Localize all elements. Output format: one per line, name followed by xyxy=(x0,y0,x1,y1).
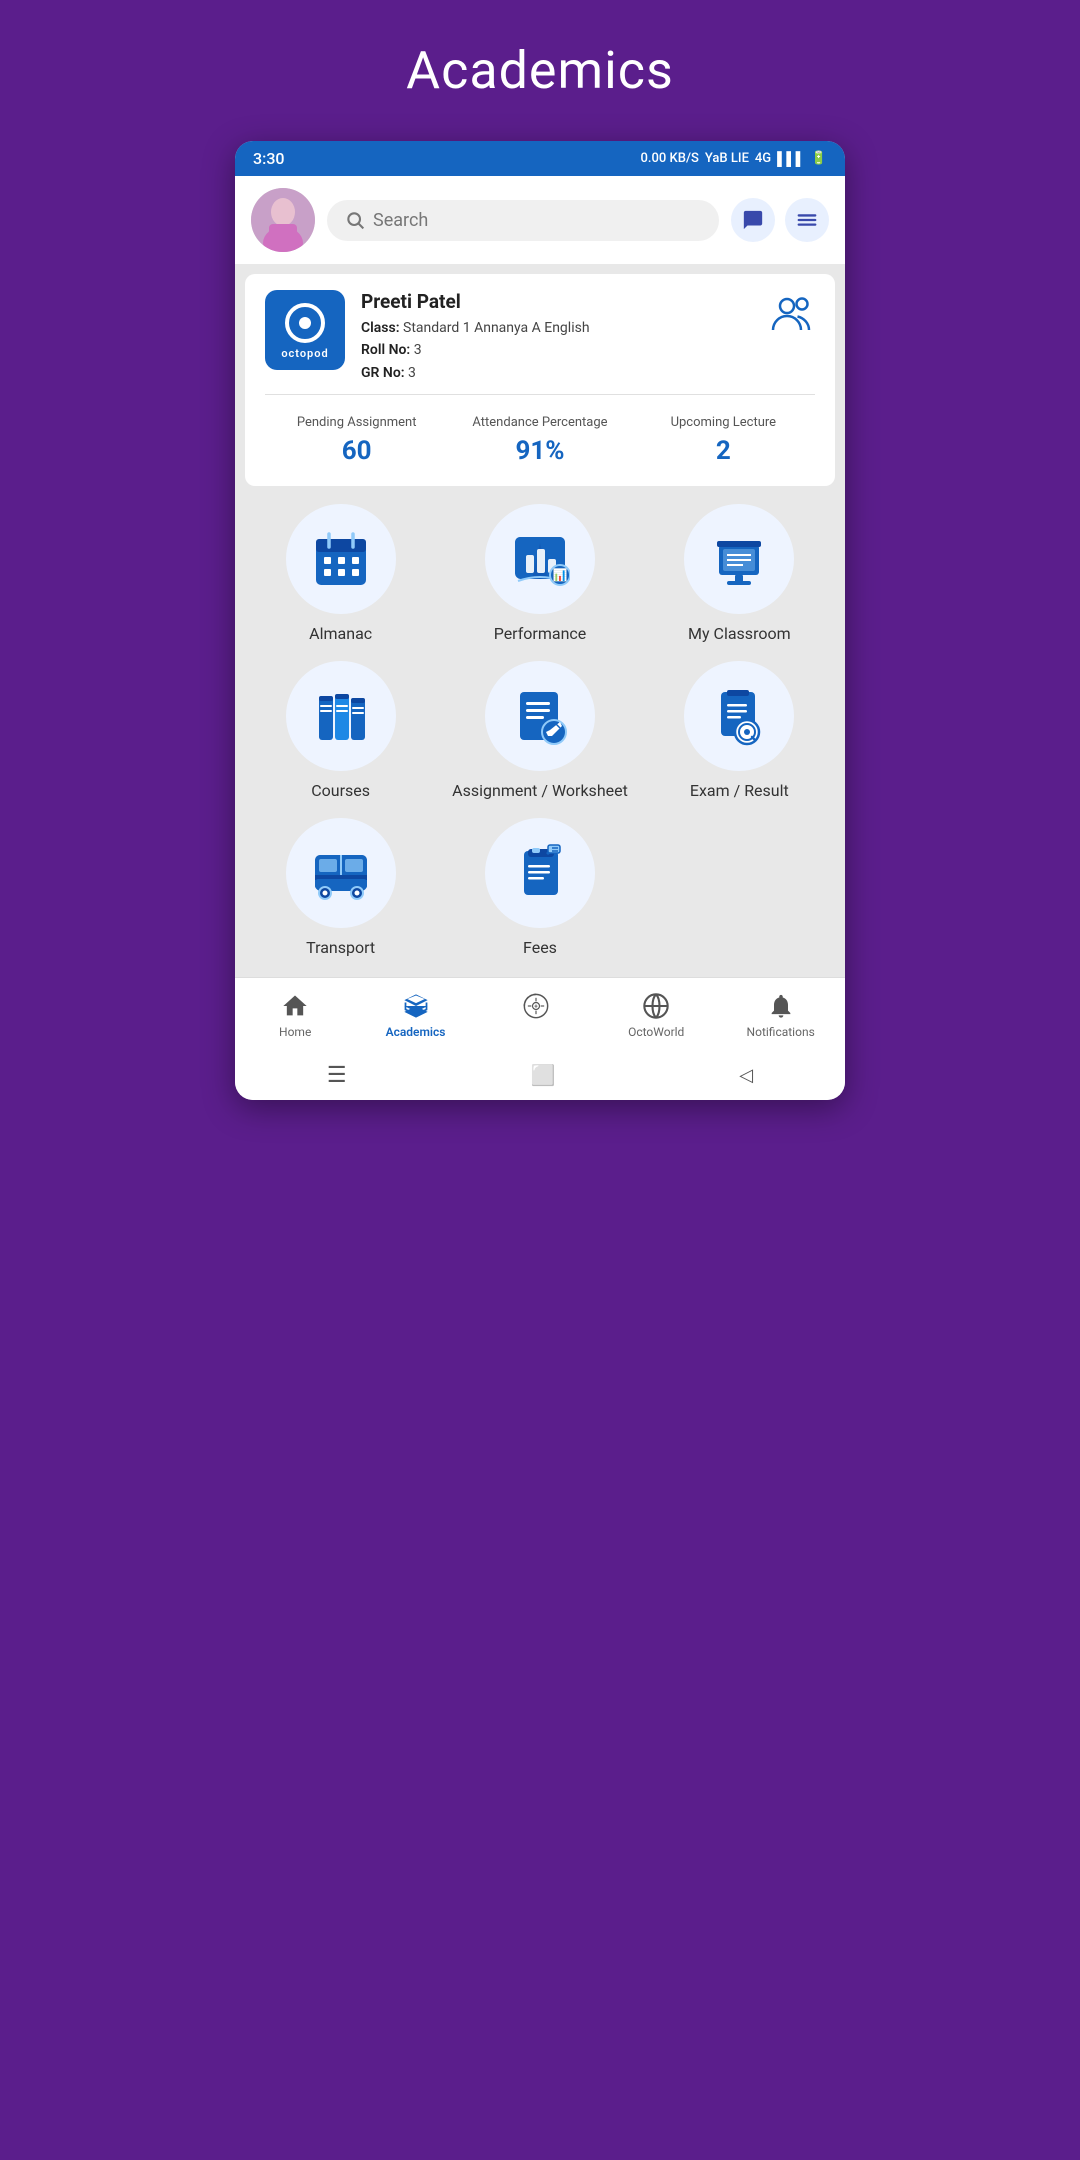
group-icon xyxy=(771,294,815,332)
top-icons xyxy=(731,198,829,242)
academics-icon xyxy=(402,992,430,1020)
octopod-icon xyxy=(283,301,327,345)
nav-notifications[interactable]: Notifications xyxy=(747,992,815,1039)
assignment-label: Assignment / Worksheet xyxy=(452,781,628,802)
top-bar: Search xyxy=(235,176,845,264)
profile-left: octopod Preeti Patel Class: Standard 1 A… xyxy=(265,290,590,384)
menu-item-my-classroom[interactable]: My Classroom xyxy=(648,504,831,645)
status-data: YaB LIE xyxy=(705,151,749,166)
almanac-icon-circle xyxy=(286,504,396,614)
hamburger-icon xyxy=(796,209,818,231)
gesture-home[interactable]: ⬜ xyxy=(530,1063,555,1087)
menu-item-almanac[interactable]: Almanac xyxy=(249,504,432,645)
fees-icon xyxy=(510,843,570,903)
phone-frame: 3:30 0.00 KB/S YaB LIE 4G ▌▌▌ 🔋 Search xyxy=(235,141,845,1100)
nav-academics-label: Academics xyxy=(386,1025,446,1039)
menu-item-performance[interactable]: 📊 Performance xyxy=(448,504,631,645)
notifications-icon xyxy=(767,992,795,1020)
profile-name: Preeti Patel xyxy=(361,290,590,313)
status-bar: 3:30 0.00 KB/S YaB LIE 4G ▌▌▌ 🔋 xyxy=(235,141,845,176)
stat-label-attendance: Attendance Percentage xyxy=(448,415,631,430)
transport-icon-circle xyxy=(286,818,396,928)
octoworld-plus-icon: + xyxy=(522,992,550,1020)
nav-octoworld-plus[interactable]: + xyxy=(506,992,566,1039)
courses-icon xyxy=(311,686,371,746)
status-signal: ▌▌▌ xyxy=(777,151,805,167)
stats-divider xyxy=(265,394,815,395)
status-network: 4G xyxy=(755,151,771,166)
exam-icon xyxy=(709,686,769,746)
my-classroom-icon-circle xyxy=(684,504,794,614)
search-icon xyxy=(345,210,365,230)
chat-icon xyxy=(742,209,764,231)
menu-item-transport[interactable]: Transport xyxy=(249,818,432,959)
nav-notifications-label: Notifications xyxy=(747,1025,815,1039)
chat-button[interactable] xyxy=(731,198,775,242)
octoworld-icon xyxy=(642,992,670,1020)
avatar[interactable] xyxy=(251,188,315,252)
status-time: 3:30 xyxy=(253,149,285,168)
fees-label: Fees xyxy=(523,938,557,959)
profile-group-icon[interactable] xyxy=(771,294,815,340)
page-title: Academics xyxy=(406,40,674,101)
gesture-back[interactable]: ◁ xyxy=(739,1065,753,1086)
stat-value-lecture: 2 xyxy=(632,436,815,466)
menu-item-assignment[interactable]: Assignment / Worksheet xyxy=(448,661,631,802)
performance-icon-circle: 📊 xyxy=(485,504,595,614)
fees-icon-circle xyxy=(485,818,595,928)
courses-label: Courses xyxy=(311,781,370,802)
transport-label: Transport xyxy=(306,938,375,959)
gesture-menu[interactable]: ☰ xyxy=(327,1063,347,1088)
bottom-nav: Home Academics + xyxy=(235,977,845,1049)
profile-roll: Roll No: 3 xyxy=(361,339,590,361)
svg-text:📊: 📊 xyxy=(553,568,568,582)
status-right: 0.00 KB/S YaB LIE 4G ▌▌▌ 🔋 xyxy=(641,151,827,167)
courses-icon-circle xyxy=(286,661,396,771)
menu-button[interactable] xyxy=(785,198,829,242)
assignment-icon-circle xyxy=(485,661,595,771)
menu-item-fees[interactable]: Fees xyxy=(448,818,631,959)
status-speed: 0.00 KB/S xyxy=(641,151,699,166)
profile-class: Class: Standard 1 Annanya A English xyxy=(361,317,590,339)
transport-icon xyxy=(309,841,373,905)
home-icon xyxy=(281,992,309,1020)
almanac-label: Almanac xyxy=(309,624,372,645)
nav-octoworld[interactable]: OctoWorld xyxy=(626,992,686,1039)
menu-grid: Almanac 📊 Performance xyxy=(235,486,845,976)
stat-pending-assignment: Pending Assignment 60 xyxy=(265,415,448,466)
octopod-logo: octopod xyxy=(265,290,345,370)
logo-text: octopod xyxy=(281,347,328,360)
assignment-icon xyxy=(510,686,570,746)
profile-card: octopod Preeti Patel Class: Standard 1 A… xyxy=(245,274,835,486)
stat-label-pending: Pending Assignment xyxy=(265,415,448,430)
gesture-bar: ☰ ⬜ ◁ xyxy=(235,1049,845,1100)
status-battery: 🔋 xyxy=(811,151,827,166)
stat-lecture: Upcoming Lecture 2 xyxy=(632,415,815,466)
stat-value-pending: 60 xyxy=(265,436,448,466)
performance-icon: 📊 xyxy=(510,529,570,589)
stat-value-attendance: 91% xyxy=(448,436,631,466)
stat-label-lecture: Upcoming Lecture xyxy=(632,415,815,430)
profile-gr: GR No: 3 xyxy=(361,362,590,384)
almanac-icon xyxy=(311,529,371,589)
stats-row: Pending Assignment 60 Attendance Percent… xyxy=(265,415,815,466)
nav-academics[interactable]: Academics xyxy=(386,992,446,1039)
svg-text:+: + xyxy=(534,1002,538,1010)
nav-octoworld-label: OctoWorld xyxy=(628,1025,684,1039)
performance-label: Performance xyxy=(494,624,587,645)
menu-item-courses[interactable]: Courses xyxy=(249,661,432,802)
profile-info: octopod Preeti Patel Class: Standard 1 A… xyxy=(265,290,815,384)
search-bar[interactable]: Search xyxy=(327,200,719,241)
nav-home-label: Home xyxy=(279,1025,311,1039)
nav-home[interactable]: Home xyxy=(265,992,325,1039)
stat-attendance: Attendance Percentage 91% xyxy=(448,415,631,466)
classroom-icon xyxy=(709,529,769,589)
search-placeholder-text: Search xyxy=(373,210,428,231)
exam-icon-circle xyxy=(684,661,794,771)
exam-label: Exam / Result xyxy=(690,781,789,802)
profile-text: Preeti Patel Class: Standard 1 Annanya A… xyxy=(361,290,590,384)
my-classroom-label: My Classroom xyxy=(688,624,791,645)
menu-item-exam[interactable]: Exam / Result xyxy=(648,661,831,802)
